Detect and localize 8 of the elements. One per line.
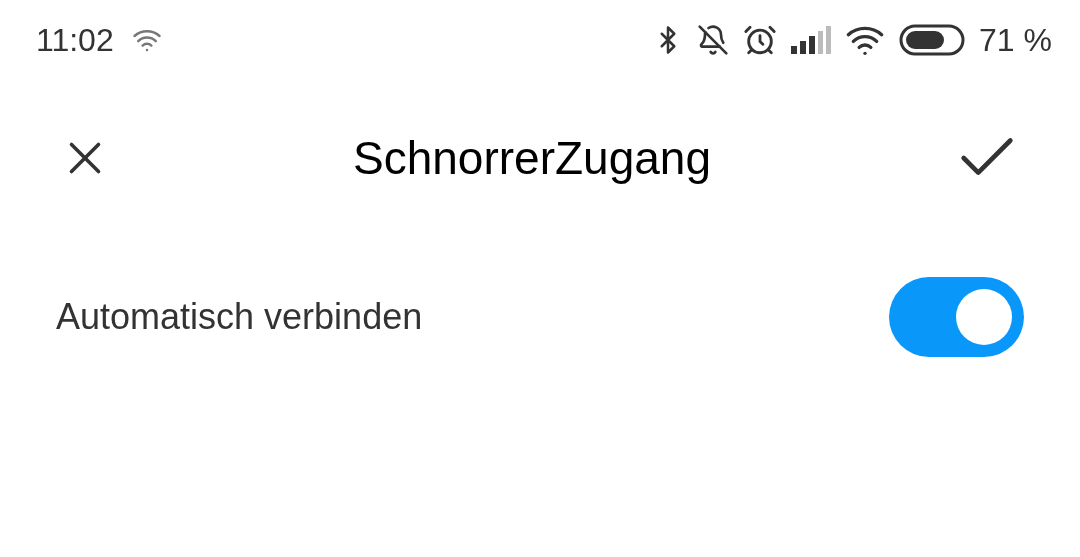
battery-percent: 71 % — [979, 21, 1052, 60]
dialog-title: SchnorrerZugang — [353, 130, 711, 186]
setting-label: Automatisch verbinden — [56, 295, 423, 339]
signal-icon — [791, 26, 832, 54]
bell-off-icon — [697, 24, 730, 56]
battery-icon — [899, 24, 966, 56]
alarm-icon — [743, 23, 778, 57]
status-time: 11:02 — [36, 21, 114, 60]
